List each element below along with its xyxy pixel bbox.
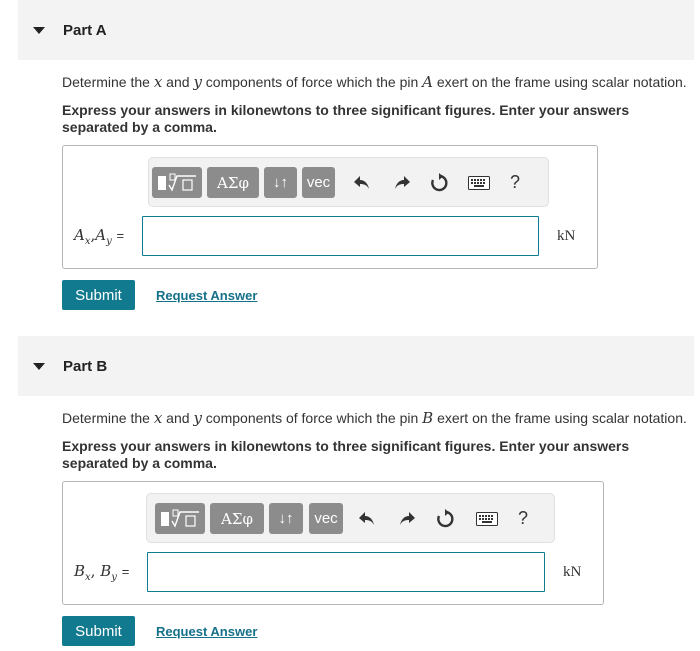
redo-icon[interactable] (394, 503, 420, 534)
vector-button[interactable]: vec (309, 503, 343, 534)
redo-icon[interactable] (389, 167, 415, 198)
part-b-title: Part B (63, 357, 108, 375)
templates-button[interactable] (155, 503, 205, 534)
reset-icon[interactable] (426, 167, 452, 198)
vector-button[interactable]: vec (302, 167, 335, 198)
subscript-superscript-button[interactable]: ↓↑ (264, 167, 297, 198)
undo-icon[interactable] (349, 167, 375, 198)
part-a-answer-box: ΑΣφ ↓↑ vec ? Ax,Ay = kN (62, 145, 598, 269)
part-b-variable-label: Bx, By = (74, 562, 130, 583)
reset-icon[interactable] (432, 503, 458, 534)
part-a-header[interactable]: Part A (18, 0, 694, 60)
part-b-submit-button[interactable]: Submit (62, 616, 135, 646)
part-b-unit: kN (563, 564, 582, 580)
part-b-answer-input[interactable] (147, 552, 545, 592)
subscript-superscript-button[interactable]: ↓↑ (269, 503, 303, 534)
part-a-submit-button[interactable]: Submit (62, 280, 135, 310)
math-toolbar: ΑΣφ ↓↑ vec ? (148, 157, 549, 207)
part-a-answer-input[interactable] (142, 216, 539, 256)
part-a-title: Part A (63, 21, 107, 39)
part-b-answer-box: ΑΣφ ↓↑ vec ? Bx, By = kN (62, 481, 604, 605)
part-a-instruction: Express your answers in kilonewtons to t… (62, 102, 630, 135)
undo-icon[interactable] (354, 503, 380, 534)
greek-button[interactable]: ΑΣφ (210, 503, 264, 534)
templates-button[interactable] (152, 167, 202, 198)
math-toolbar: ΑΣφ ↓↑ vec ? (146, 493, 555, 543)
greek-button[interactable]: ΑΣφ (207, 167, 259, 198)
part-b-question: Determine the x and y components of forc… (62, 409, 687, 427)
help-icon[interactable]: ? (502, 167, 528, 198)
collapse-caret-icon[interactable] (33, 26, 45, 34)
part-b-instruction: Express your answers in kilonewtons to t… (62, 438, 630, 471)
part-a-request-answer-link[interactable]: Request Answer (156, 288, 257, 303)
templates-icon (161, 509, 199, 528)
collapse-caret-icon[interactable] (33, 362, 45, 370)
part-a-variable-label: Ax,Ay = (74, 226, 125, 247)
keyboard-icon[interactable] (466, 167, 492, 198)
part-b-request-answer-link[interactable]: Request Answer (156, 624, 257, 639)
part-a-question: Determine the x and y components of forc… (62, 73, 687, 91)
part-b-header[interactable]: Part B (18, 336, 694, 396)
help-icon[interactable]: ? (510, 503, 536, 534)
keyboard-icon[interactable] (474, 503, 500, 534)
part-a-unit: kN (557, 228, 576, 244)
templates-icon (158, 173, 196, 192)
